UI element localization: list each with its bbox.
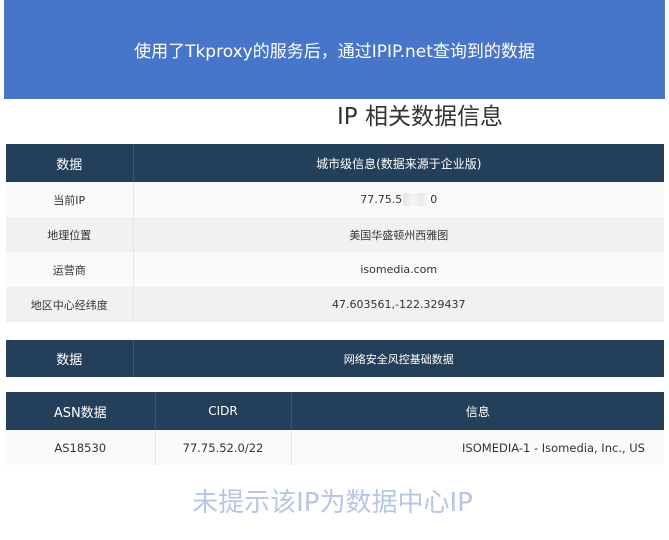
table-row-current-ip: 当前IP 77.75.5 0 [6, 182, 664, 217]
row-label: 地理位置 [6, 217, 133, 252]
location-value: 美国华盛顿州西雅图 [132, 217, 664, 252]
row-label: 当前IP [6, 182, 133, 217]
section-title: IP 相关数据信息 [337, 104, 503, 130]
coordinates-value: 47.603561,-122.329437 [132, 287, 664, 322]
column-header-cidr: CIDR [154, 392, 291, 430]
table-row-isp: 运营商 isomedia.com [6, 252, 664, 287]
table-row-location: 地理位置 美国华盛顿州西雅图 [6, 217, 664, 252]
asn-table: ASN数据 CIDR 信息 AS18530 77.75.52.0/22 ISOM… [6, 392, 664, 465]
asn-value: AS18530 [6, 430, 155, 465]
column-header-risk-data: 网络安全风控基础数据 [132, 340, 664, 377]
row-label: 运营商 [6, 252, 133, 287]
table-header-row: 数据 城市级信息(数据来源于企业版) [6, 144, 664, 182]
info-value: ISOMEDIA-1 - Isomedia, Inc., US [290, 430, 664, 465]
isp-value: isomedia.com [132, 252, 664, 287]
column-header-city-info: 城市级信息(数据来源于企业版) [132, 144, 664, 182]
redaction-mask [403, 193, 430, 207]
row-label: 地区中心经纬度 [6, 287, 133, 322]
banner-text: 使用了Tkproxy的服务后，通过IPIP.net查询到的数据 [134, 42, 535, 62]
table-row-coordinates: 地区中心经纬度 47.603561,-122.329437 [6, 287, 664, 322]
datacenter-verdict: 未提示该IP为数据中心IP [192, 488, 473, 518]
column-header-info: 信息 [290, 392, 664, 430]
ip-visible-suffix: 0 [430, 192, 438, 206]
table-row: AS18530 77.75.52.0/22 ISOMEDIA-1 - Isome… [6, 430, 664, 465]
current-ip-value: 77.75.5 0 [132, 182, 664, 217]
table-header-row: ASN数据 CIDR 信息 [6, 392, 664, 430]
ip-visible-prefix: 77.75.5 [360, 192, 403, 206]
risk-control-table: 数据 网络安全风控基础数据 [6, 340, 664, 377]
column-header-data: 数据 [6, 340, 133, 377]
table-header-row: 数据 网络安全风控基础数据 [6, 340, 664, 377]
column-header-asn: ASN数据 [6, 392, 155, 430]
header-banner: 使用了Tkproxy的服务后，通过IPIP.net查询到的数据 [4, 0, 665, 99]
column-header-data: 数据 [6, 144, 133, 182]
cidr-value: 77.75.52.0/22 [154, 430, 291, 465]
city-info-table: 数据 城市级信息(数据来源于企业版) 当前IP 77.75.5 0 地理位置 美国… [6, 144, 664, 322]
